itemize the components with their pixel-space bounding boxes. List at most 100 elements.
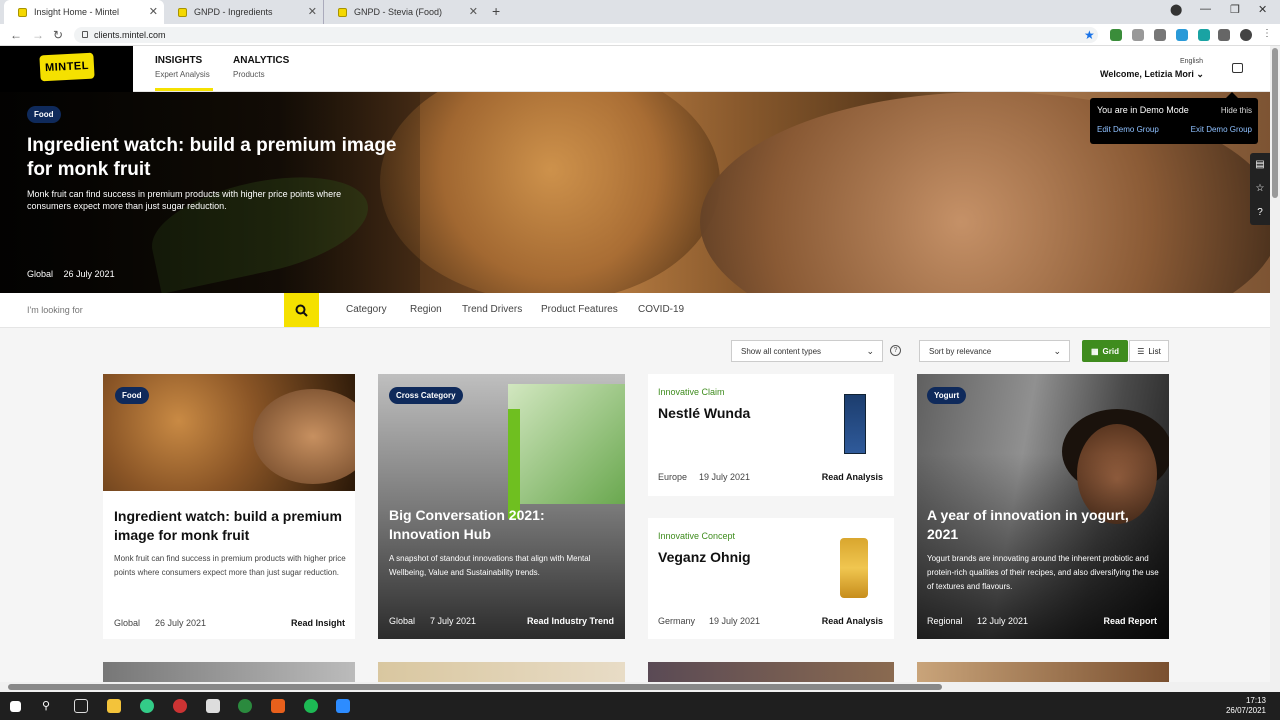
zoom-icon[interactable]	[336, 699, 350, 713]
card-next-row[interactable]	[378, 662, 625, 682]
card-title[interactable]: Ingredient watch: build a premium image …	[114, 507, 344, 545]
extension-icon[interactable]	[1176, 29, 1188, 41]
edit-demo-group-link[interactable]: Edit Demo Group	[1097, 125, 1159, 134]
browser-menu-icon[interactable]: ⋮	[1262, 28, 1272, 39]
close-tab-icon[interactable]: ✕	[149, 5, 158, 18]
hero-category-badge[interactable]: Food	[27, 106, 61, 123]
search-input[interactable]	[18, 293, 284, 327]
profile-menu-icon[interactable]: ⬤	[1170, 3, 1182, 16]
card-title[interactable]: Nestlé Wunda	[658, 404, 828, 423]
filter-region[interactable]: Region	[410, 304, 442, 315]
language-selector[interactable]: English	[1180, 58, 1203, 65]
card-next-row[interactable]	[917, 662, 1169, 682]
card-nestle-wunda[interactable]: Innovative Claim Nestlé Wunda Europe 19 …	[648, 374, 894, 496]
chevron-down-icon: ⌄	[1196, 69, 1204, 79]
card-date: 19 July 2021	[709, 616, 761, 626]
extension-icon[interactable]	[1154, 29, 1166, 41]
mintel-logo[interactable]: MINTEL	[39, 52, 95, 82]
card-yogurt-innovation[interactable]: Yogurt A year of innovation in yogurt, 2…	[917, 374, 1169, 639]
nav-tab-analytics[interactable]: ANALYTICS Products	[233, 55, 289, 79]
app-icon[interactable]	[206, 699, 220, 713]
read-analysis-link[interactable]: Read Analysis	[822, 472, 883, 482]
clock-date: 26/07/2021	[1225, 706, 1266, 715]
logo-container[interactable]: MINTEL	[0, 46, 133, 92]
search-icon[interactable]: ⚲	[42, 699, 56, 713]
card-date: 12 July 2021	[977, 616, 1029, 626]
demo-mode-popover: You are in Demo Mode Hide this Edit Demo…	[1090, 92, 1258, 144]
read-analysis-link[interactable]: Read Analysis	[822, 616, 883, 626]
favorite-star-icon[interactable]: ☆	[1250, 177, 1270, 201]
extension-icon[interactable]	[1110, 29, 1122, 41]
system-clock[interactable]: 17:13 26/07/2021	[1226, 696, 1266, 716]
list-view-button[interactable]: ☰ List	[1129, 340, 1169, 362]
read-industry-trend-link[interactable]: Read Industry Trend	[527, 616, 614, 626]
browser-tab-gnpd-ingredients[interactable]: GNPD - Ingredients ✕	[164, 0, 324, 24]
card-monk-fruit[interactable]: Food Ingredient watch: build a premium i…	[103, 374, 355, 639]
nav-tab-insights[interactable]: INSIGHTS Expert Analysis	[155, 55, 213, 91]
restore-icon[interactable]: ❐	[1230, 3, 1240, 16]
filter-category[interactable]: Category	[346, 304, 387, 315]
file-explorer-icon[interactable]	[107, 699, 121, 713]
puzzle-extensions-icon[interactable]	[1218, 29, 1230, 41]
card-veganz-ohnig[interactable]: Innovative Concept Veganz Ohnig Germany …	[648, 518, 894, 639]
task-view-icon[interactable]	[74, 699, 88, 713]
card-region: Global	[389, 616, 416, 626]
read-insight-link[interactable]: Read Insight	[291, 618, 345, 628]
hide-demo-link[interactable]: Hide this	[1221, 106, 1252, 115]
read-report-link[interactable]: Read Report	[1103, 616, 1157, 626]
card-title[interactable]: Big Conversation 2021: Innovation Hub	[389, 506, 614, 544]
user-menu[interactable]: Welcome, Letizia Mori ⌄	[1100, 69, 1204, 80]
filter-trend-drivers[interactable]: Trend Drivers	[462, 304, 522, 315]
card-title[interactable]: Veganz Ohnig	[658, 548, 828, 567]
hero-title[interactable]: Ingredient watch: build a premium image …	[27, 134, 407, 182]
basket-icon[interactable]	[1232, 63, 1243, 73]
close-window-icon[interactable]: ✕	[1258, 3, 1267, 16]
card-category-badge[interactable]: Yogurt	[927, 387, 967, 404]
card-next-row[interactable]	[103, 662, 355, 682]
extension-icon[interactable]	[1198, 29, 1210, 41]
welcome-text: Welcome, Letizia Mori	[1100, 69, 1194, 79]
minimize-icon[interactable]: —	[1200, 3, 1211, 15]
app-icon[interactable]	[173, 699, 187, 713]
new-tab-icon[interactable]: +	[492, 3, 500, 19]
horizontal-scrollbar[interactable]	[0, 682, 1270, 692]
reload-icon[interactable]: ↻	[53, 28, 63, 42]
close-tab-icon[interactable]: ✕	[469, 5, 478, 18]
help-icon[interactable]: ?	[1250, 201, 1270, 225]
url-text: clients.mintel.com	[94, 30, 166, 40]
app-icon[interactable]	[271, 699, 285, 713]
exit-demo-group-link[interactable]: Exit Demo Group	[1191, 125, 1252, 134]
close-tab-icon[interactable]: ✕	[308, 5, 317, 18]
filter-product-features[interactable]: Product Features	[541, 304, 618, 315]
bookmark-star-icon[interactable]: ★	[1084, 28, 1095, 42]
spotify-icon[interactable]	[304, 699, 318, 713]
sort-select[interactable]: Sort by relevance ⌄	[919, 340, 1070, 362]
scrollbar-thumb[interactable]	[8, 684, 942, 690]
card-category-badge[interactable]: Food	[115, 387, 149, 404]
card-title[interactable]: A year of innovation in yogurt, 2021	[927, 506, 1159, 544]
grid-view-button[interactable]: ▦ Grid	[1082, 340, 1128, 362]
card-big-conversation[interactable]: Cross Category Big Conversation 2021: In…	[378, 374, 625, 639]
content-type-select[interactable]: Show all content types ⌄	[731, 340, 883, 362]
extension-icon[interactable]	[1132, 29, 1144, 41]
card-category-badge[interactable]: Cross Category	[389, 387, 463, 404]
search-button[interactable]	[284, 293, 319, 327]
card-next-row[interactable]	[648, 662, 894, 682]
app-icon[interactable]	[238, 699, 252, 713]
avatar[interactable]	[1240, 29, 1252, 41]
address-bar[interactable]: clients.mintel.com	[74, 27, 1098, 43]
scrollbar-thumb[interactable]	[1272, 48, 1278, 198]
browser-tab-gnpd-stevia[interactable]: GNPD - Stevia (Food) ✕	[324, 0, 484, 24]
lock-icon	[82, 31, 88, 38]
windows-start-icon[interactable]	[10, 701, 21, 712]
filter-covid-19[interactable]: COVID-19	[638, 304, 684, 315]
card-region: Germany	[658, 616, 696, 626]
hero-description: Monk fruit can find success in premium p…	[27, 189, 342, 211]
browser-tab-insight-home[interactable]: Insight Home - Mintel ✕	[4, 0, 164, 24]
chrome-icon[interactable]	[140, 699, 154, 713]
feedback-icon[interactable]: ▤	[1250, 153, 1270, 177]
help-icon[interactable]: ?	[890, 345, 901, 356]
vertical-scrollbar[interactable]	[1270, 46, 1280, 692]
back-icon[interactable]: ←	[10, 28, 22, 42]
forward-icon[interactable]: →	[32, 28, 44, 42]
